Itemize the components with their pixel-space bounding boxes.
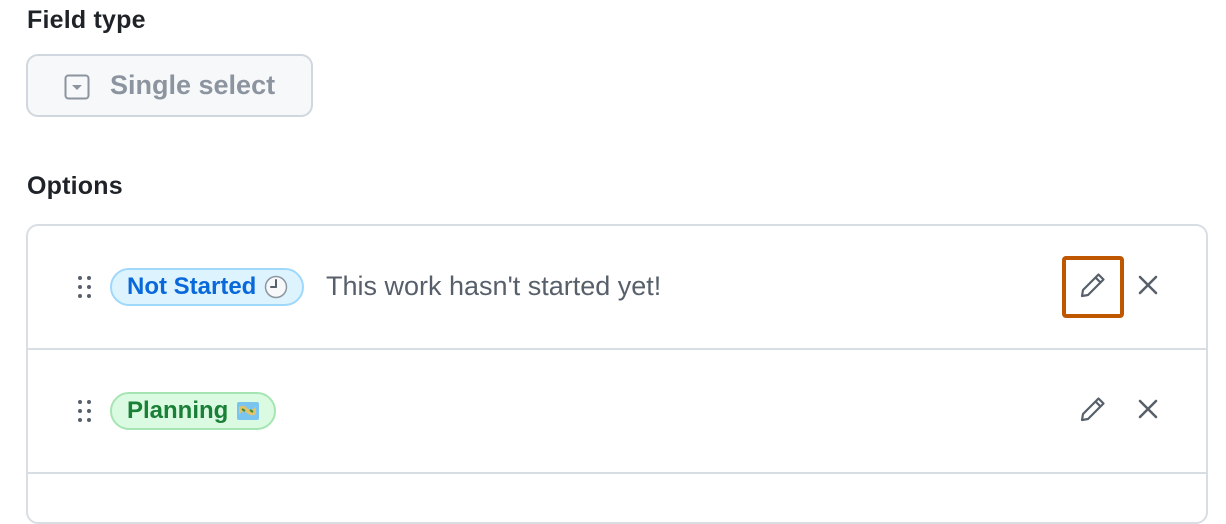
pencil-icon [1078,394,1108,429]
pencil-icon [1078,270,1108,305]
clock-icon [264,275,288,299]
option-label-planning: Planning [110,392,277,430]
option-row: Planning [28,350,1206,474]
option-row: Not Started This work hasn't started yet… [28,226,1206,350]
edit-option-button[interactable] [1062,256,1124,318]
option-label-not-started: Not Started [110,268,305,306]
edit-option-button[interactable] [1062,380,1124,442]
map-icon [236,399,260,423]
option-name: Not Started [127,273,257,300]
field-type-label: Field type [27,6,146,34]
options-label: Options [27,172,123,200]
option-name: Planning [127,397,229,424]
remove-option-button[interactable] [1128,386,1168,436]
close-icon [1136,397,1160,426]
close-icon [1136,273,1160,302]
drag-handle-icon[interactable] [78,276,92,298]
single-select-icon [64,74,90,100]
field-type-button[interactable]: Single select [26,54,313,117]
option-description: This work hasn't started yet! [326,271,662,301]
options-list: Not Started This work hasn't started yet… [26,224,1208,524]
field-type-value: Single select [110,70,276,100]
remove-option-button[interactable] [1128,262,1168,312]
drag-handle-icon[interactable] [78,400,92,422]
